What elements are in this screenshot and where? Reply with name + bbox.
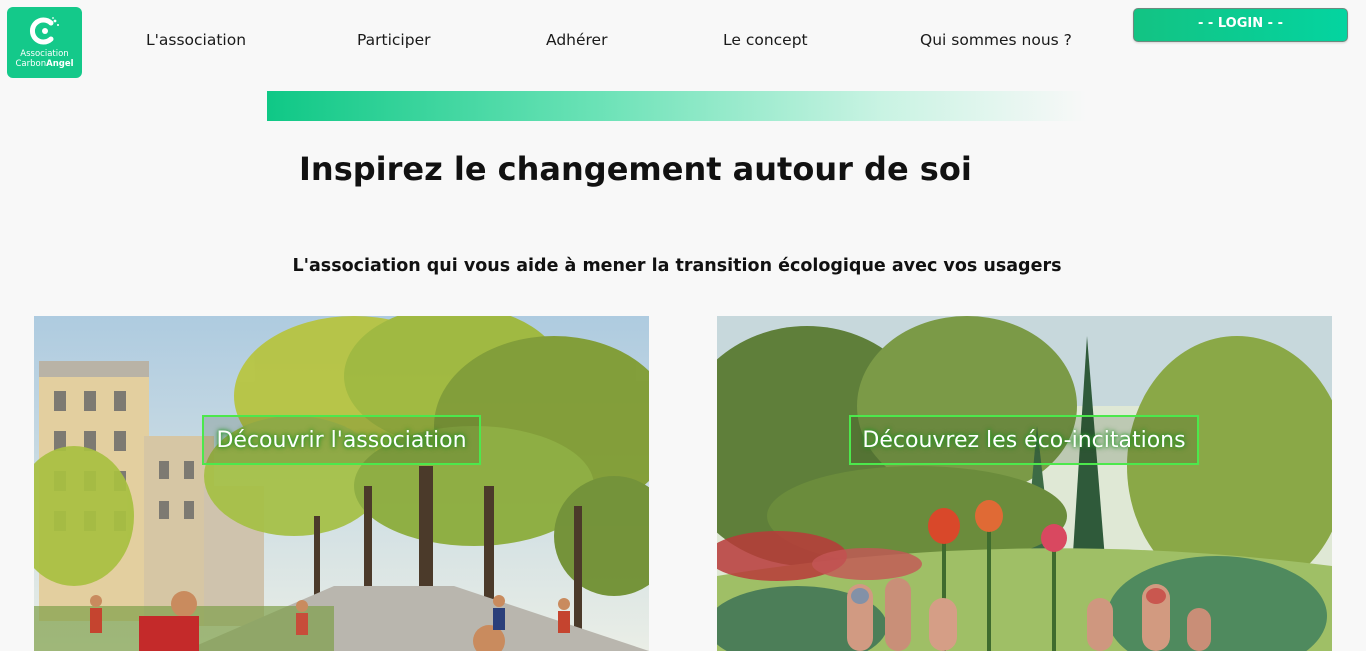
nav-association[interactable]: L'association — [146, 31, 246, 49]
nav-le-concept[interactable]: Le concept — [723, 31, 808, 49]
logo-line1: Association — [20, 49, 69, 59]
nav-participer[interactable]: Participer — [357, 31, 430, 49]
carbonangel-logo[interactable]: Association CarbonAngel — [7, 7, 82, 78]
card-association[interactable]: Découvrir l'association — [34, 316, 649, 651]
gradient-divider — [267, 91, 1087, 121]
street-trees-illustration — [34, 316, 649, 651]
logo-line2a: Carbon — [15, 59, 47, 69]
carbonangel-c-icon — [29, 17, 59, 45]
discover-eco-incitations-button[interactable]: Découvrez les éco-incitations — [849, 415, 1199, 465]
logo-line2b: Angel — [46, 59, 74, 69]
nav-adherer[interactable]: Adhérer — [546, 31, 607, 49]
discover-association-button[interactable]: Découvrir l'association — [202, 415, 481, 465]
login-button[interactable]: - - LOGIN - - — [1133, 8, 1348, 42]
garden-hands-illustration — [717, 316, 1332, 651]
logo-wordmark: Association CarbonAngel — [15, 49, 73, 69]
page: Association CarbonAngel L'association Pa… — [0, 0, 1366, 651]
card-eco-incitations[interactable]: Découvrez les éco-incitations — [717, 316, 1332, 651]
page-title: Inspirez le changement autour de soi — [299, 150, 972, 188]
nav-qui-sommes-nous[interactable]: Qui sommes nous ? — [920, 31, 1072, 49]
page-subtitle: L'association qui vous aide à mener la t… — [292, 256, 1062, 276]
